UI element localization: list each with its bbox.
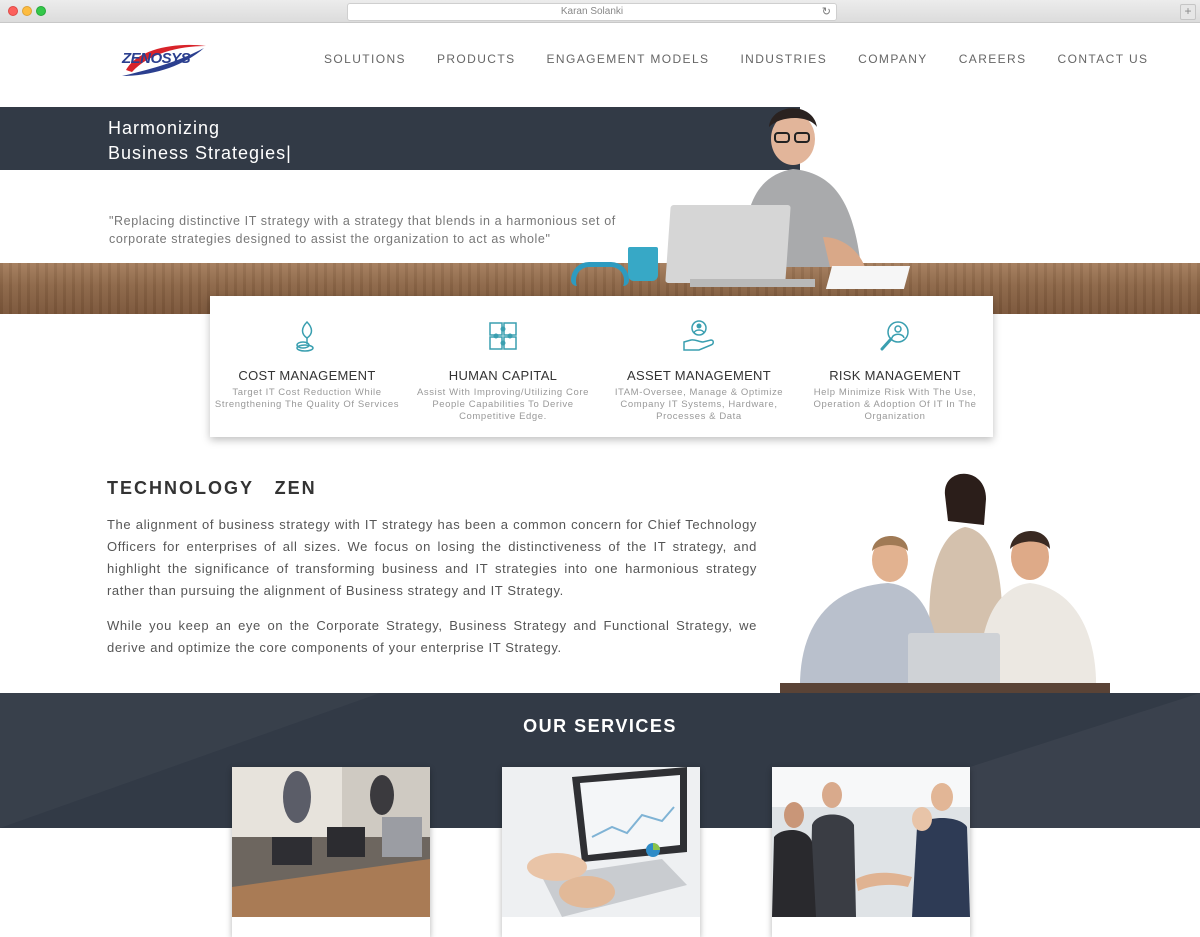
nav-contact-us[interactable]: CONTACT US [1058,52,1149,66]
logo-text: ZENOSYS [122,50,191,67]
plant-coins-icon [296,320,314,352]
hero-title: Harmonizing Business Strategies| [108,116,292,166]
reload-icon[interactable]: ↻ [822,4,831,20]
feature-human-capital[interactable]: HUMAN CAPITAL Assist With Improving/Util… [408,318,598,423]
laptop-base [690,279,815,287]
plus-icon[interactable]: + [1180,4,1196,20]
magnifier-person-icon [880,321,909,351]
feature-desc: Assist With Improving/Utilizing Core Peo… [416,387,590,422]
service-card-3[interactable] [772,767,970,937]
zoom-window-button[interactable] [36,6,46,16]
address-bar-text: Karan Solanki [560,6,624,17]
feature-risk-management[interactable]: RISK MANAGEMENT Help Minimize Risk With … [800,318,990,423]
service-card-1[interactable] [232,767,430,937]
services-title: OUR SERVICES [523,716,677,736]
browser-titlebar: Karan Solanki ↻ + [0,0,1200,23]
minimize-window-button[interactable] [22,6,32,16]
nav-products[interactable]: PRODUCTS [437,52,516,66]
team-meeting-image [780,473,1110,693]
mug-image [628,247,658,281]
service-card-2[interactable] [502,767,700,937]
service-card-image [772,767,970,917]
feature-desc: ITAM-Oversee, Manage & Optimize Company … [614,387,784,422]
nav-company[interactable]: COMPANY [858,52,928,66]
feature-desc: Help Minimize Risk With The Use, Operati… [813,387,977,422]
nav-engagement-models[interactable]: ENGAGEMENT MODELS [547,52,710,66]
technology-zen-paragraph-2: While you keep an eye on the Corporate S… [107,618,757,655]
hand-person-icon [683,320,714,351]
feature-title: COST MANAGEMENT [238,368,376,383]
service-card-image [502,767,700,917]
puzzle-icon [489,322,517,350]
technology-zen-paragraph-1: The alignment of business strategy with … [107,517,757,598]
hero-quote: "Replacing distinctive IT strategy with … [109,214,616,246]
laptop-image [665,205,791,283]
service-card-image [232,767,430,917]
notepad-image [825,266,911,289]
features-panel: COST MANAGEMENT Target IT Cost Reduction… [210,296,993,437]
nav-solutions[interactable]: SOLUTIONS [324,52,406,66]
hero-title-line2: Business Strategies| [108,143,292,163]
feature-desc: Target IT Cost Reduction While Strengthe… [214,387,400,410]
technology-zen-title: TECHNOLOGY ZEN [107,478,317,498]
feature-asset-management[interactable]: ASSET MANAGEMENT ITAM-Oversee, Manage & … [604,318,794,423]
hero-title-line1: Harmonizing [108,118,221,138]
headphones-image [571,262,629,286]
feature-title: HUMAN CAPITAL [448,368,558,383]
feature-title: ASSET MANAGEMENT [627,368,771,383]
nav-industries[interactable]: INDUSTRIES [740,52,827,66]
nav-careers[interactable]: CAREERS [959,52,1027,66]
feature-title: RISK MANAGEMENT [829,368,961,383]
address-bar[interactable]: Karan Solanki ↻ [347,3,837,21]
feature-cost-management[interactable]: COST MANAGEMENT Target IT Cost Reduction… [212,318,402,411]
main-nav: SOLUTIONS PRODUCTS ENGAGEMENT MODELS IND… [324,52,1148,66]
logo[interactable]: ZENOSYS [118,40,210,80]
close-window-button[interactable] [8,6,18,16]
